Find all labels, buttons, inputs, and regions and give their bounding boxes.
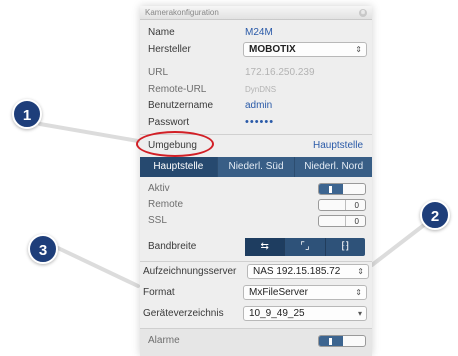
geraeteverzeichnis-select[interactable]: 10_9_49_25 ▾ <box>243 306 367 321</box>
toggle-knob <box>329 186 332 193</box>
callout-1: 1 <box>12 99 42 129</box>
geraeteverzeichnis-label: Geräteverzeichnis <box>143 308 224 319</box>
hersteller-select[interactable]: MOBOTIX ⇕ <box>243 42 367 57</box>
toggle-separator <box>345 216 346 226</box>
dotted-frame-icon[interactable]: ⁅⁆ <box>326 238 365 256</box>
close-icon[interactable]: ⊗ <box>359 9 367 17</box>
tab-niederl-nord[interactable]: Niederl. Nord <box>295 157 372 177</box>
ssl-toggle[interactable]: 0 <box>318 215 366 227</box>
bandbreite-selector: ⇆ ⌜⌟ ⁅⁆ <box>245 238 365 256</box>
alarme-label: Alarme <box>148 335 180 346</box>
hersteller-row: Hersteller MOBOTIX ⇕ <box>140 40 372 59</box>
hersteller-label: Hersteller <box>148 44 191 55</box>
callout-3: 3 <box>28 234 58 264</box>
tab-hauptstelle[interactable]: Hauptstelle <box>140 157 218 177</box>
frame-icon[interactable]: ⌜⌟ <box>285 238 326 256</box>
panel-header: Kamerakonfiguration ⊗ <box>140 6 372 20</box>
ssl-row: SSL 0 <box>140 211 372 230</box>
hersteller-value: MOBOTIX <box>249 44 296 55</box>
ssl-label: SSL <box>148 215 167 226</box>
passwort-value[interactable]: •••••• <box>245 113 274 132</box>
geraeteverzeichnis-row: Geräteverzeichnis 10_9_49_25 ▾ <box>140 304 372 323</box>
callout-2: 2 <box>420 200 450 230</box>
toggle-knob <box>329 338 332 345</box>
ssl-toggle-value: 0 <box>354 217 359 226</box>
aufzeichnungsserver-label: Aufzeichnungsserver <box>143 266 237 277</box>
bandbreite-label: Bandbreite <box>148 241 197 252</box>
alarme-toggle[interactable] <box>318 335 366 347</box>
camera-swap-icon[interactable]: ⇆ <box>245 238 286 256</box>
aufzeichnungsserver-row: Aufzeichnungsserver NAS 192.15.185.72 ⇕ <box>140 262 372 281</box>
panel-title: Kamerakonfiguration <box>145 8 219 17</box>
format-label: Format <box>143 287 175 298</box>
select-arrows-icon: ⇕ <box>355 288 362 297</box>
passwort-row: Passwort •••••• <box>140 113 372 132</box>
passwort-label: Passwort <box>148 117 190 128</box>
umgebung-tabs: Hauptstelle Niederl. Süd Niederl. Nord <box>140 157 372 177</box>
umgebung-value: Hauptstelle <box>313 140 364 151</box>
select-arrows-icon: ⇕ <box>357 267 364 276</box>
remote-toggle-value: 0 <box>354 201 359 210</box>
select-arrows-icon: ⇕ <box>355 45 362 54</box>
format-row: Format MxFileServer ⇕ <box>140 283 372 302</box>
remote-toggle[interactable]: 0 <box>318 199 366 211</box>
aufzeichnungsserver-select[interactable]: NAS 192.15.185.72 ⇕ <box>247 264 369 279</box>
format-value: MxFileServer <box>249 287 308 298</box>
format-select[interactable]: MxFileServer ⇕ <box>243 285 367 300</box>
alarme-section: Alarme <box>140 328 372 356</box>
chevron-down-icon: ▾ <box>357 309 362 318</box>
geraeteverzeichnis-value: 10_9_49_25 <box>249 308 305 319</box>
toggle-separator <box>345 200 346 210</box>
tab-niederl-sued[interactable]: Niederl. Süd <box>218 157 296 177</box>
aufzeichnungsserver-value: NAS 192.15.185.72 <box>253 266 341 277</box>
aktiv-toggle[interactable] <box>318 183 366 195</box>
camera-configuration-panel: Kamerakonfiguration ⊗ Name M24M Herstell… <box>140 6 372 356</box>
highlight-ellipse <box>136 131 214 157</box>
